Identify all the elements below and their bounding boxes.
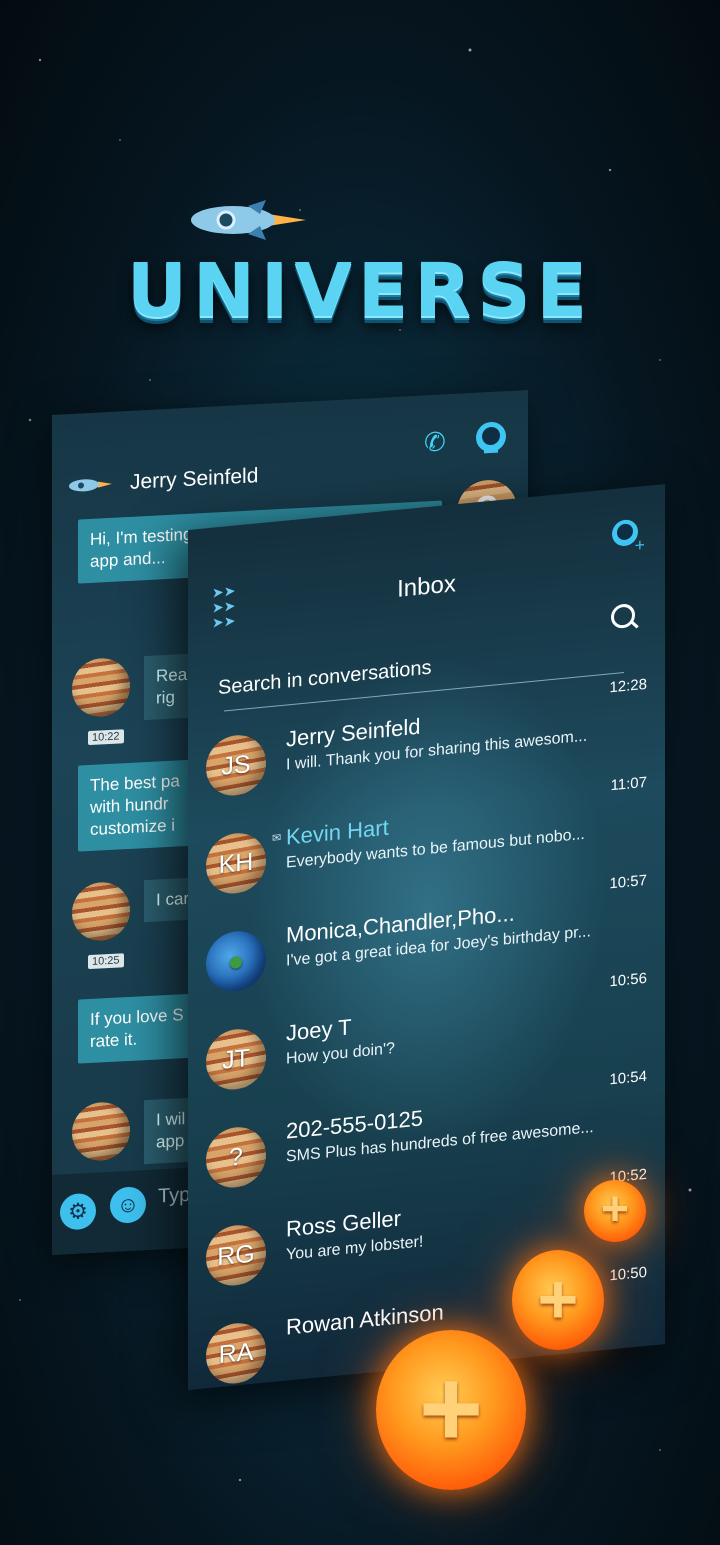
message-input[interactable]: Typ: [158, 1184, 190, 1209]
conversation-time: 10:57: [609, 871, 647, 893]
message-timestamp: 10:22: [88, 729, 124, 746]
app-logo-title: UNIVERSE: [126, 248, 594, 334]
rocket-icon: [188, 200, 308, 245]
contact-avatar: [72, 1100, 130, 1162]
compose-fab-orb-decoration: +: [512, 1250, 604, 1350]
phone-call-icon[interactable]: ✆: [424, 426, 446, 458]
unread-mail-icon: ✉: [272, 832, 282, 845]
conversation-time: 10:56: [609, 969, 647, 991]
contact-avatar: [72, 656, 130, 718]
inbox-screen: ➤➤ ➤➤ ➤➤ Inbox + Search in conversations J…: [188, 484, 665, 1390]
conversation-time: 11:07: [610, 773, 647, 795]
avatar: RA: [206, 1320, 266, 1387]
avatar: RG: [206, 1222, 266, 1289]
astronaut-avatar-icon[interactable]: [474, 419, 508, 460]
avatar: KH: [206, 830, 266, 897]
conversation-time: 10:50: [609, 1263, 647, 1285]
earth-icon: ●: [227, 944, 245, 978]
message-timestamp: 10:25: [88, 953, 124, 970]
chat-contact-name: Jerry Seinfeld: [130, 464, 259, 494]
rocket-back-icon[interactable]: [68, 476, 112, 499]
settings-gear-icon[interactable]: ⚙: [60, 1192, 96, 1231]
conversation-time: 10:54: [609, 1067, 647, 1089]
globe-group-avatar: ●: [206, 928, 266, 995]
svg-text:+: +: [634, 537, 644, 553]
avatar: ?: [206, 1124, 266, 1191]
contact-avatar: [72, 880, 130, 942]
avatar: JS: [206, 732, 266, 799]
inbox-title: Inbox: [397, 570, 456, 603]
compose-fab-orb-decoration: +: [376, 1330, 526, 1490]
conversation-time: 12:28: [609, 675, 647, 697]
compose-fab-button[interactable]: +: [584, 1180, 646, 1242]
conversation-name: Rowan Atkinson: [286, 1299, 444, 1340]
emoji-smile-icon[interactable]: ☺: [110, 1186, 146, 1224]
search-icon[interactable]: [611, 602, 635, 630]
avatar: JT: [206, 1026, 266, 1093]
conversation-name: Joey T: [286, 1014, 352, 1046]
astronaut-add-contact-icon[interactable]: +: [610, 516, 646, 558]
